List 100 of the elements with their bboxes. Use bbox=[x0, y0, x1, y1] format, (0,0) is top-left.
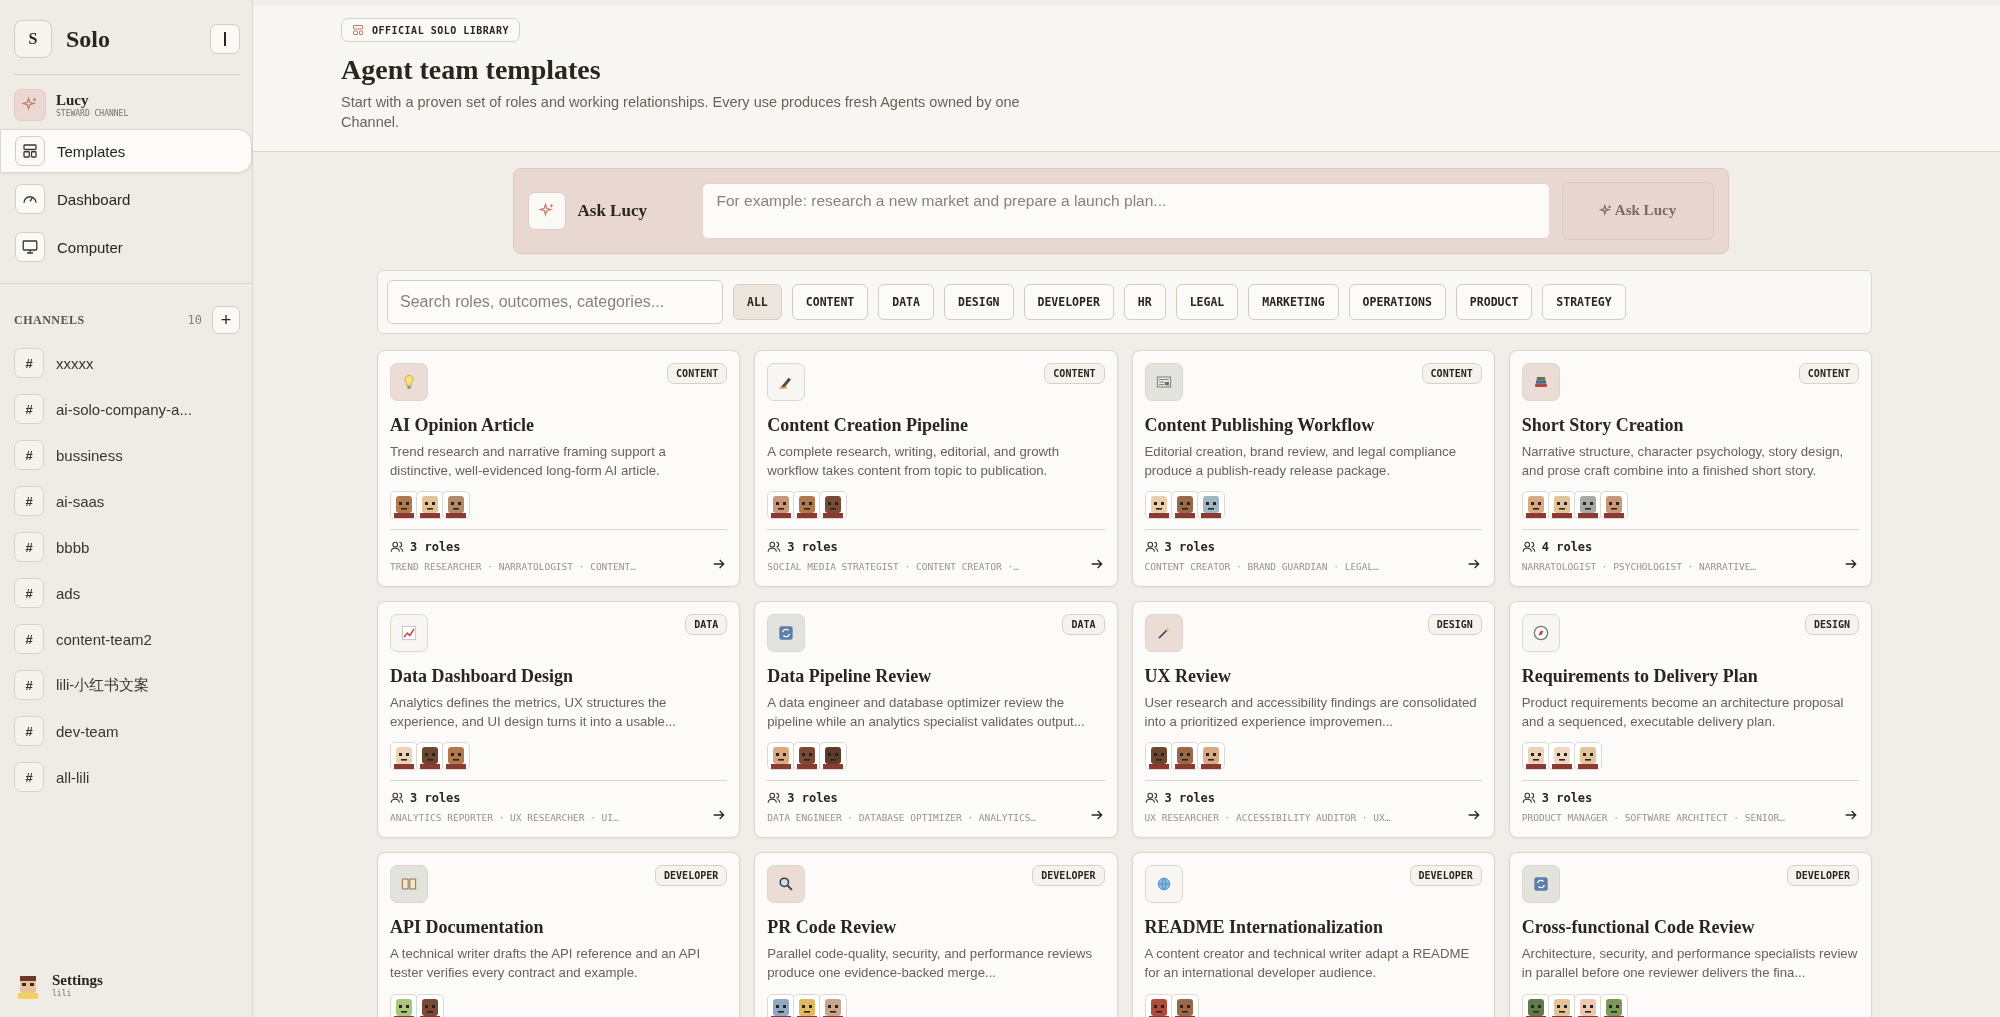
filter-chip[interactable]: ALL bbox=[733, 283, 782, 320]
channel-item[interactable]: # dev-team bbox=[14, 712, 238, 750]
filter-chip[interactable]: STRATEGY bbox=[1542, 283, 1626, 320]
roles-list: UX RESEARCHER · ACCESSIBILITY AUDITOR · UX… bbox=[1144, 812, 1391, 824]
avatar-icon bbox=[416, 491, 444, 520]
people-icon bbox=[1521, 540, 1536, 555]
filter-chip[interactable]: DEVELOPER bbox=[1023, 283, 1114, 320]
template-card[interactable]: DEVELOPER Cross-functional Code Review Architecture, security, and performance specialists review in parallel before one reviewer delivers the fina... bbox=[1508, 851, 1872, 1017]
hash-icon: # bbox=[14, 348, 44, 378]
page-title: Agent team templates bbox=[341, 54, 602, 86]
channel-item[interactable]: # all-lili bbox=[14, 758, 238, 796]
roles-list: TREND RESEARCHER · NARRATOLOGIST · CONTENT… bbox=[390, 561, 636, 573]
prompt-field[interactable]: For example: research a new market and prepare a launch plan... bbox=[701, 182, 1550, 239]
hash-icon: # bbox=[14, 578, 44, 608]
search-field[interactable]: Search roles, outcomes, categories... bbox=[387, 279, 723, 324]
channel-item[interactable]: # ai-saas bbox=[14, 482, 238, 520]
roles-count: 3 roles bbox=[1164, 791, 1216, 806]
card-description: Narrative structure, character psychology, story design, and prose craft combine into a finished short story. bbox=[1521, 442, 1845, 481]
avatar-icon bbox=[793, 491, 822, 520]
people-icon bbox=[1521, 791, 1536, 806]
avatar-icon bbox=[1196, 491, 1225, 520]
filter-chip[interactable]: DATA bbox=[878, 283, 934, 320]
ask-button[interactable]: Ask Lucy bbox=[1561, 181, 1714, 240]
filter-chip[interactable]: HR bbox=[1123, 283, 1166, 320]
roles-list: ANALYTICS REPORTER · UX RESEARCHER · UI… bbox=[390, 812, 619, 824]
card-description: A content creator and technical writer adapt a README for an international developer audience. bbox=[1144, 944, 1471, 983]
card-description: A data engineer and database optimizer review the pipeline while an analytics specialist validates output... bbox=[767, 693, 1086, 732]
settings-label: Settings bbox=[52, 972, 103, 989]
channel-item[interactable]: # bussiness bbox=[14, 436, 238, 474]
avatar-icon bbox=[819, 491, 848, 520]
channel-item[interactable]: # lili-小红书文案 bbox=[14, 666, 238, 704]
avatar-icon bbox=[442, 491, 470, 520]
nav-item[interactable]: Templates bbox=[0, 129, 252, 173]
template-card[interactable]: DEVELOPER README Internationalization A content creator and technical writer adapt a README for an international developer audience. bbox=[1131, 851, 1495, 1017]
template-card[interactable]: CONTENT Content Publishing Workflow Editorial creation, brand review, and legal compliance produce a publish-ready release package. 3 roles CONTENT CREATOR · BRAND GUARDIAN · LEGAL… bbox=[1131, 349, 1495, 587]
roles-count: 3 roles bbox=[787, 540, 838, 555]
badge-label: OFFICIAL SOLO LIBRARY bbox=[372, 24, 509, 36]
people-icon bbox=[390, 540, 404, 555]
page-subtitle: Start with a proven set of roles and working relationships. Every use produces fresh Agents owned by one Channel. bbox=[341, 93, 1021, 133]
avatar-icon bbox=[793, 742, 822, 771]
channel-item[interactable]: # bbbb bbox=[14, 528, 238, 566]
template-card[interactable]: CONTENT AI Opinion Article Trend research and narrative framing support a distinctive, well-evidenced long-form AI article. 3 roles TREND RESEARCHER · NARRATOLOGIST · CONTENT… bbox=[377, 349, 741, 587]
card-title: Content Creation Pipeline bbox=[767, 414, 969, 436]
channel-item[interactable]: # content-team2 bbox=[14, 620, 238, 658]
avatar-icon bbox=[1170, 491, 1199, 520]
template-card[interactable]: CONTENT Content Creation Pipeline A complete research, writing, editorial, and growth workflow takes content from topic to publication. 3 roles SOCIAL MEDIA STRATEGIST · CONTENT CREATOR ·… bbox=[754, 349, 1118, 587]
category-tag: DATA bbox=[1062, 613, 1105, 635]
roles-list: CONTENT CREATOR · BRAND GUARDIAN · LEGAL… bbox=[1144, 561, 1379, 573]
template-card[interactable]: DESIGN UX Review User research and accessibility findings are consolidated into a prioritized experience improvemen... 3 roles UX RESEARCHER · ACCESSIBILITY AUDITOR · UX… bbox=[1131, 600, 1495, 838]
sidebar-toggle-button[interactable] bbox=[210, 24, 240, 54]
card-description: Parallel code-quality, security, and performance reviews produce one evidence-backed merge... bbox=[767, 944, 1094, 983]
roles-list: DATA ENGINEER · DATABASE OPTIMIZER · ANALYTICS… bbox=[767, 812, 1037, 824]
avatar-icon bbox=[1144, 491, 1173, 520]
avatar-icon bbox=[1144, 993, 1173, 1017]
template-card[interactable]: DATA Data Dashboard Design Analytics defines the metrics, UX structures the experience, and UI design turns it into a usable... 3 roles ANALYTICS REPORTER · UX RESEARCHER · UI… bbox=[377, 600, 741, 838]
roles-count: 3 roles bbox=[410, 791, 461, 806]
filter-chip[interactable]: OPERATIONS bbox=[1348, 283, 1446, 320]
nav-item[interactable]: Dashboard bbox=[0, 177, 252, 221]
people-icon bbox=[1144, 540, 1159, 555]
layout-icon bbox=[15, 136, 45, 166]
channel-item[interactable]: # ads bbox=[14, 574, 238, 612]
avatar-icon bbox=[1521, 993, 1550, 1017]
avatar-icon bbox=[1573, 993, 1602, 1017]
template-card[interactable]: DATA Data Pipeline Review A data engineer and database optimizer review the pipeline while an analytics specialist validates output... 3 roles DATA ENGINEER · DATABASE OPTIMIZER · ANALYTICS… bbox=[754, 600, 1118, 838]
avatar-icon bbox=[767, 491, 796, 520]
avatar-icon bbox=[1573, 742, 1602, 771]
filter-chip[interactable]: MARKETING bbox=[1248, 283, 1339, 320]
card-title: API Documentation bbox=[390, 916, 545, 938]
avatar-icon bbox=[1547, 993, 1576, 1017]
avatar-icon bbox=[767, 742, 796, 771]
steward-channel[interactable]: Lucy STEWARD CHANNEL bbox=[14, 89, 238, 121]
add-channel-button[interactable]: + bbox=[212, 306, 240, 334]
category-tag: DEVELOPER bbox=[1786, 864, 1859, 886]
filter-chip[interactable]: PRODUCT bbox=[1455, 283, 1533, 320]
roles-count: 3 roles bbox=[1541, 791, 1593, 806]
category-tag: CONTENT bbox=[1044, 362, 1105, 384]
template-card[interactable]: DEVELOPER API Documentation A technical writer drafts the API reference and an API tester verifies every contract and example. bbox=[377, 851, 741, 1017]
avatar-icon bbox=[416, 993, 444, 1017]
steward-name: Lucy bbox=[56, 92, 89, 109]
template-card[interactable]: DEVELOPER PR Code Review Parallel code-quality, security, and performance reviews produce one evidence-backed merge... bbox=[754, 851, 1118, 1017]
roles-count: 3 roles bbox=[1164, 540, 1216, 555]
filter-chip[interactable]: LEGAL bbox=[1175, 283, 1239, 320]
avatar-icon bbox=[819, 993, 848, 1017]
avatar-icon bbox=[1573, 491, 1602, 520]
category-tag: DEVELOPER bbox=[655, 864, 728, 886]
template-card[interactable]: CONTENT Short Story Creation Narrative structure, character psychology, story design, and prose craft combine into a finished short story. 4 roles NARRATOLOGIST · PSYCHOLOGIST · NARRATIVE… bbox=[1508, 349, 1872, 587]
nav-item[interactable]: Computer bbox=[0, 225, 252, 269]
settings-item[interactable]: Settings lili bbox=[0, 971, 252, 1017]
channel-item[interactable]: # ai-solo-company-a... bbox=[14, 390, 238, 428]
channel-item[interactable]: # xxxxx bbox=[14, 344, 238, 382]
avatar-icon bbox=[1521, 742, 1550, 771]
roles-list: PRODUCT MANAGER · SOFTWARE ARCHITECT · SENIOR… bbox=[1521, 812, 1785, 824]
avatar-icon bbox=[819, 742, 848, 771]
filter-chip[interactable]: CONTENT bbox=[791, 283, 869, 320]
filter-chip[interactable]: DESIGN bbox=[943, 283, 1014, 320]
category-tag: CONTENT bbox=[1798, 362, 1859, 384]
steward-label: STEWARD CHANNEL bbox=[56, 109, 129, 118]
template-card[interactable]: DESIGN Requirements to Delivery Plan Product requirements become an architecture proposal and a sequenced, executable delivery plan. 3 roles PRODUCT MANAGER · SOFTWARE ARCHITECT · SENIOR… bbox=[1508, 600, 1872, 838]
avatar-icon bbox=[1547, 742, 1576, 771]
avatar-icon bbox=[1170, 993, 1199, 1017]
